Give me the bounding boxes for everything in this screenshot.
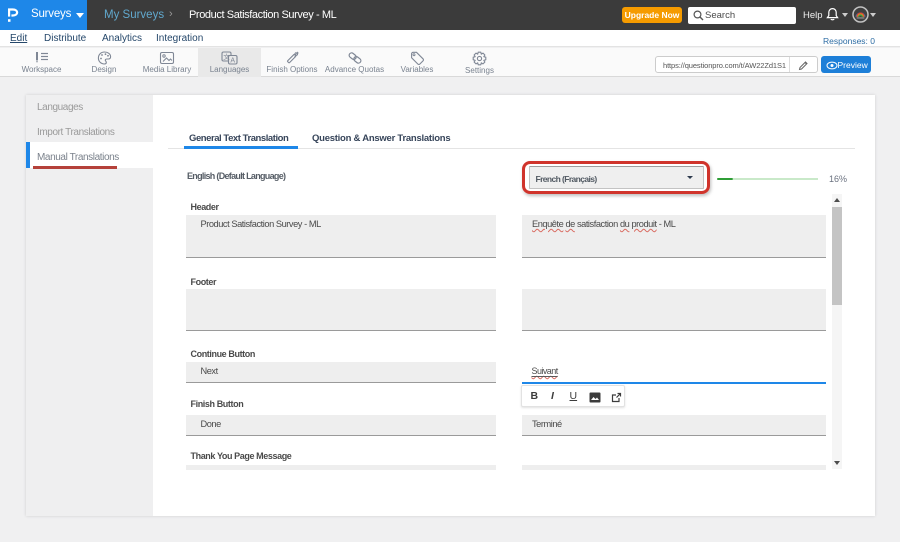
svg-text:A: A — [230, 58, 235, 65]
svg-text:文: 文 — [223, 52, 230, 61]
